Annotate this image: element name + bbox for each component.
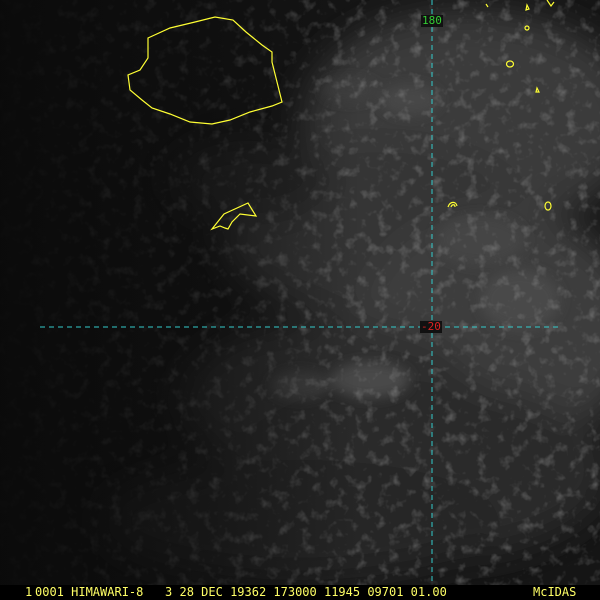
frame-number: 1	[25, 585, 33, 599]
longitude-label: 180	[421, 14, 443, 27]
satellite-image: 180 -20 1 0001 HIMAWARI-8 3 28 DEC 19362…	[0, 0, 600, 600]
brand-label: McIDAS	[533, 585, 577, 599]
satellite-imagery	[0, 0, 600, 600]
latitude-label: -20	[420, 320, 442, 333]
frame-info: 0001 HIMAWARI-8 3 28 DEC 19362 173000 11…	[35, 585, 447, 599]
status-bar: 1 0001 HIMAWARI-8 3 28 DEC 19362 173000 …	[0, 585, 600, 600]
